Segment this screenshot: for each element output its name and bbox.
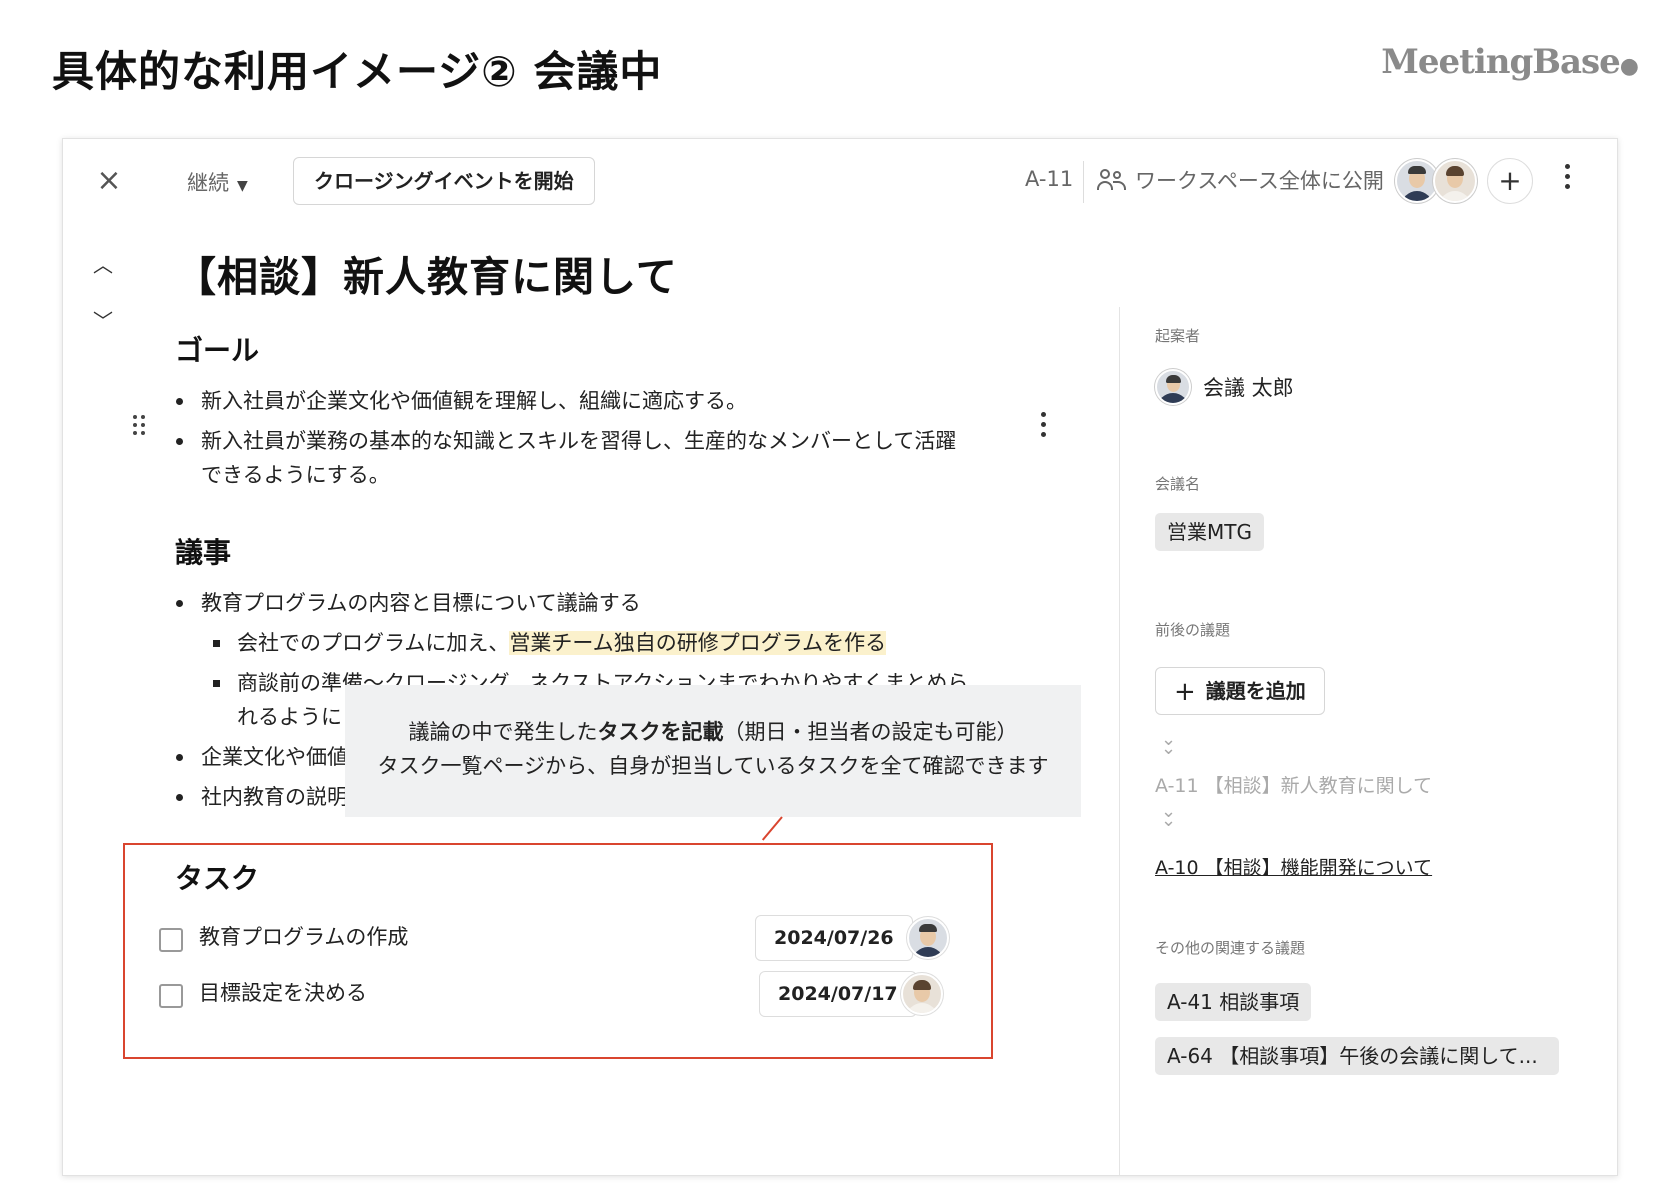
people-icon: [1097, 168, 1127, 192]
more-vertical-icon: [1555, 164, 1579, 189]
proposer-label: 起案者: [1155, 327, 1201, 345]
goal-heading[interactable]: ゴール: [175, 329, 259, 369]
chevron-up-icon: ︿: [93, 253, 113, 277]
assignee-avatar[interactable]: [901, 973, 943, 1015]
list-item[interactable]: 教育プログラムの内容と目標について議論する: [176, 585, 641, 621]
avatar[interactable]: [1433, 159, 1477, 203]
meeting-label: 会議名: [1155, 475, 1201, 493]
add-member-button[interactable]: +: [1487, 158, 1533, 204]
close-icon: ×: [96, 163, 122, 198]
highlighted-text: 営業チーム独自の研修プログラムを作る: [509, 631, 887, 655]
brand-logo: MeetingBase●: [1381, 42, 1639, 82]
more-vertical-icon: [1033, 412, 1053, 437]
list-item[interactable]: 新入社員が企業文化や価値観を理解し、組織に適応する。: [176, 383, 747, 419]
caret-down-icon: ▼: [237, 178, 248, 194]
due-date-chip[interactable]: 2024/07/17: [759, 971, 917, 1017]
assignee-avatar[interactable]: [907, 917, 949, 959]
double-chevron-down-icon: ⌄ ⌄: [1161, 801, 1177, 831]
previous-topic-link[interactable]: A-10 【相談】機能開発について: [1155, 853, 1432, 880]
agenda-item-2: 企業文化や価値: [201, 745, 348, 769]
agenda-heading[interactable]: 議事: [175, 531, 231, 571]
agenda-subitem-1a: 会社でのプログラムに加え、: [237, 631, 510, 655]
task-row: 目標設定を決める 2024/07/17: [159, 971, 959, 1021]
list-item-continuation[interactable]: できるようにする。: [201, 457, 390, 493]
list-item[interactable]: 新入社員が業務の基本的な知識とスキルを習得し、生産的なメンバーとして活躍: [176, 423, 957, 459]
more-menu-button[interactable]: [1555, 159, 1579, 203]
list-item[interactable]: 社内教育の説明: [176, 779, 348, 815]
agenda-item-3: 社内教育の説明: [201, 785, 348, 809]
status-select[interactable]: 継続 ▼: [187, 167, 248, 197]
callout-pointer: [761, 816, 783, 841]
double-chevron-down-icon: ⌄ ⌄: [1161, 729, 1177, 759]
slide-title: 具体的な利用イメージ② 会議中: [52, 47, 663, 96]
member-avatars[interactable]: [1395, 159, 1477, 203]
goal-item-1: 新入社員が企業文化や価値観を理解し、組織に適応する。: [201, 389, 747, 413]
callout-text: （期日・担当者の設定も可能）: [723, 720, 1018, 744]
list-item[interactable]: 企業文化や価値: [176, 739, 348, 775]
related-topic-chip[interactable]: A-64 【相談事項】午後の会議に関して...: [1155, 1037, 1559, 1075]
visibility-label: ワークスペース全体に公開: [1135, 169, 1384, 193]
adjacent-topics-label: 前後の議題: [1155, 621, 1231, 639]
add-topic-button[interactable]: + 議題を追加: [1155, 667, 1325, 715]
due-date-chip[interactable]: 2024/07/26: [755, 915, 913, 961]
task-row: 教育プログラムの作成 2024/07/26: [159, 915, 959, 965]
proposer-name: 会議 太郎: [1203, 376, 1294, 400]
meeting-topic-window: × 継続 ▼ クロージングイベントを開始 A-11 ワークスペース全体に公開 + …: [62, 138, 1618, 1176]
status-label: 継続: [187, 171, 229, 195]
task-checkbox[interactable]: [159, 928, 183, 952]
goal-item-2: 新入社員が業務の基本的な知識とスキルを習得し、生産的なメンバーとして活躍: [201, 429, 957, 453]
list-subitem-continuation[interactable]: れるように: [237, 699, 342, 735]
page-title[interactable]: 【相談】新人教育に関して: [175, 243, 678, 303]
task-label[interactable]: 教育プログラムの作成: [199, 921, 408, 951]
task-heading[interactable]: タスク: [175, 857, 259, 897]
plus-icon: +: [1498, 164, 1522, 197]
previous-topic-button[interactable]: ︿: [93, 249, 113, 278]
related-topic-chip[interactable]: A-41 相談事項: [1155, 983, 1312, 1021]
callout-line-2: タスク一覧ページから、自身が担当しているタスクを全て確認できます: [377, 754, 1049, 778]
chevron-down-icon: ﹀: [93, 309, 113, 333]
drag-handle-icon[interactable]: [133, 415, 147, 437]
callout-text: 議論の中で発生した: [408, 720, 598, 744]
related-topics-label: その他の関連する議題: [1155, 939, 1306, 957]
topbar: × 継続 ▼ クロージングイベントを開始 A-11 ワークスペース全体に公開 +: [63, 139, 1617, 223]
close-button[interactable]: ×: [91, 163, 127, 199]
avatar: [1155, 369, 1191, 405]
task-checkbox[interactable]: [159, 984, 183, 1008]
proposer[interactable]: 会議 太郎: [1155, 369, 1294, 405]
visibility-setting[interactable]: ワークスペース全体に公開: [1097, 165, 1384, 195]
issue-id: A-11: [1025, 167, 1074, 191]
agenda-item-1: 教育プログラムの内容と目標について議論する: [201, 591, 641, 615]
add-topic-label: 議題を追加: [1205, 679, 1306, 703]
callout-emphasis: タスクを記載: [597, 720, 724, 744]
topbar-divider: [1083, 161, 1084, 203]
annotation-callout: 議論の中で発生したタスクを記載（期日・担当者の設定も可能） タスク一覧ページから…: [345, 685, 1081, 817]
task-label[interactable]: 目標設定を決める: [199, 977, 367, 1007]
next-topic-button[interactable]: ﹀: [93, 305, 113, 334]
plus-icon: +: [1174, 677, 1196, 707]
list-subitem[interactable]: 会社でのプログラムに加え、営業チーム独自の研修プログラムを作る: [213, 625, 887, 661]
meeting-name-chip[interactable]: 営業MTG: [1155, 513, 1264, 551]
row-more-button[interactable]: [1033, 407, 1053, 443]
callout-line-1: 議論の中で発生したタスクを記載（期日・担当者の設定も可能）: [345, 715, 1081, 749]
start-closing-event-button[interactable]: クロージングイベントを開始: [293, 157, 595, 205]
content-divider: [1119, 307, 1120, 1175]
brand-name: MeetingBase: [1381, 42, 1621, 82]
current-topic-link: A-11 【相談】新人教育に関して: [1155, 775, 1433, 797]
